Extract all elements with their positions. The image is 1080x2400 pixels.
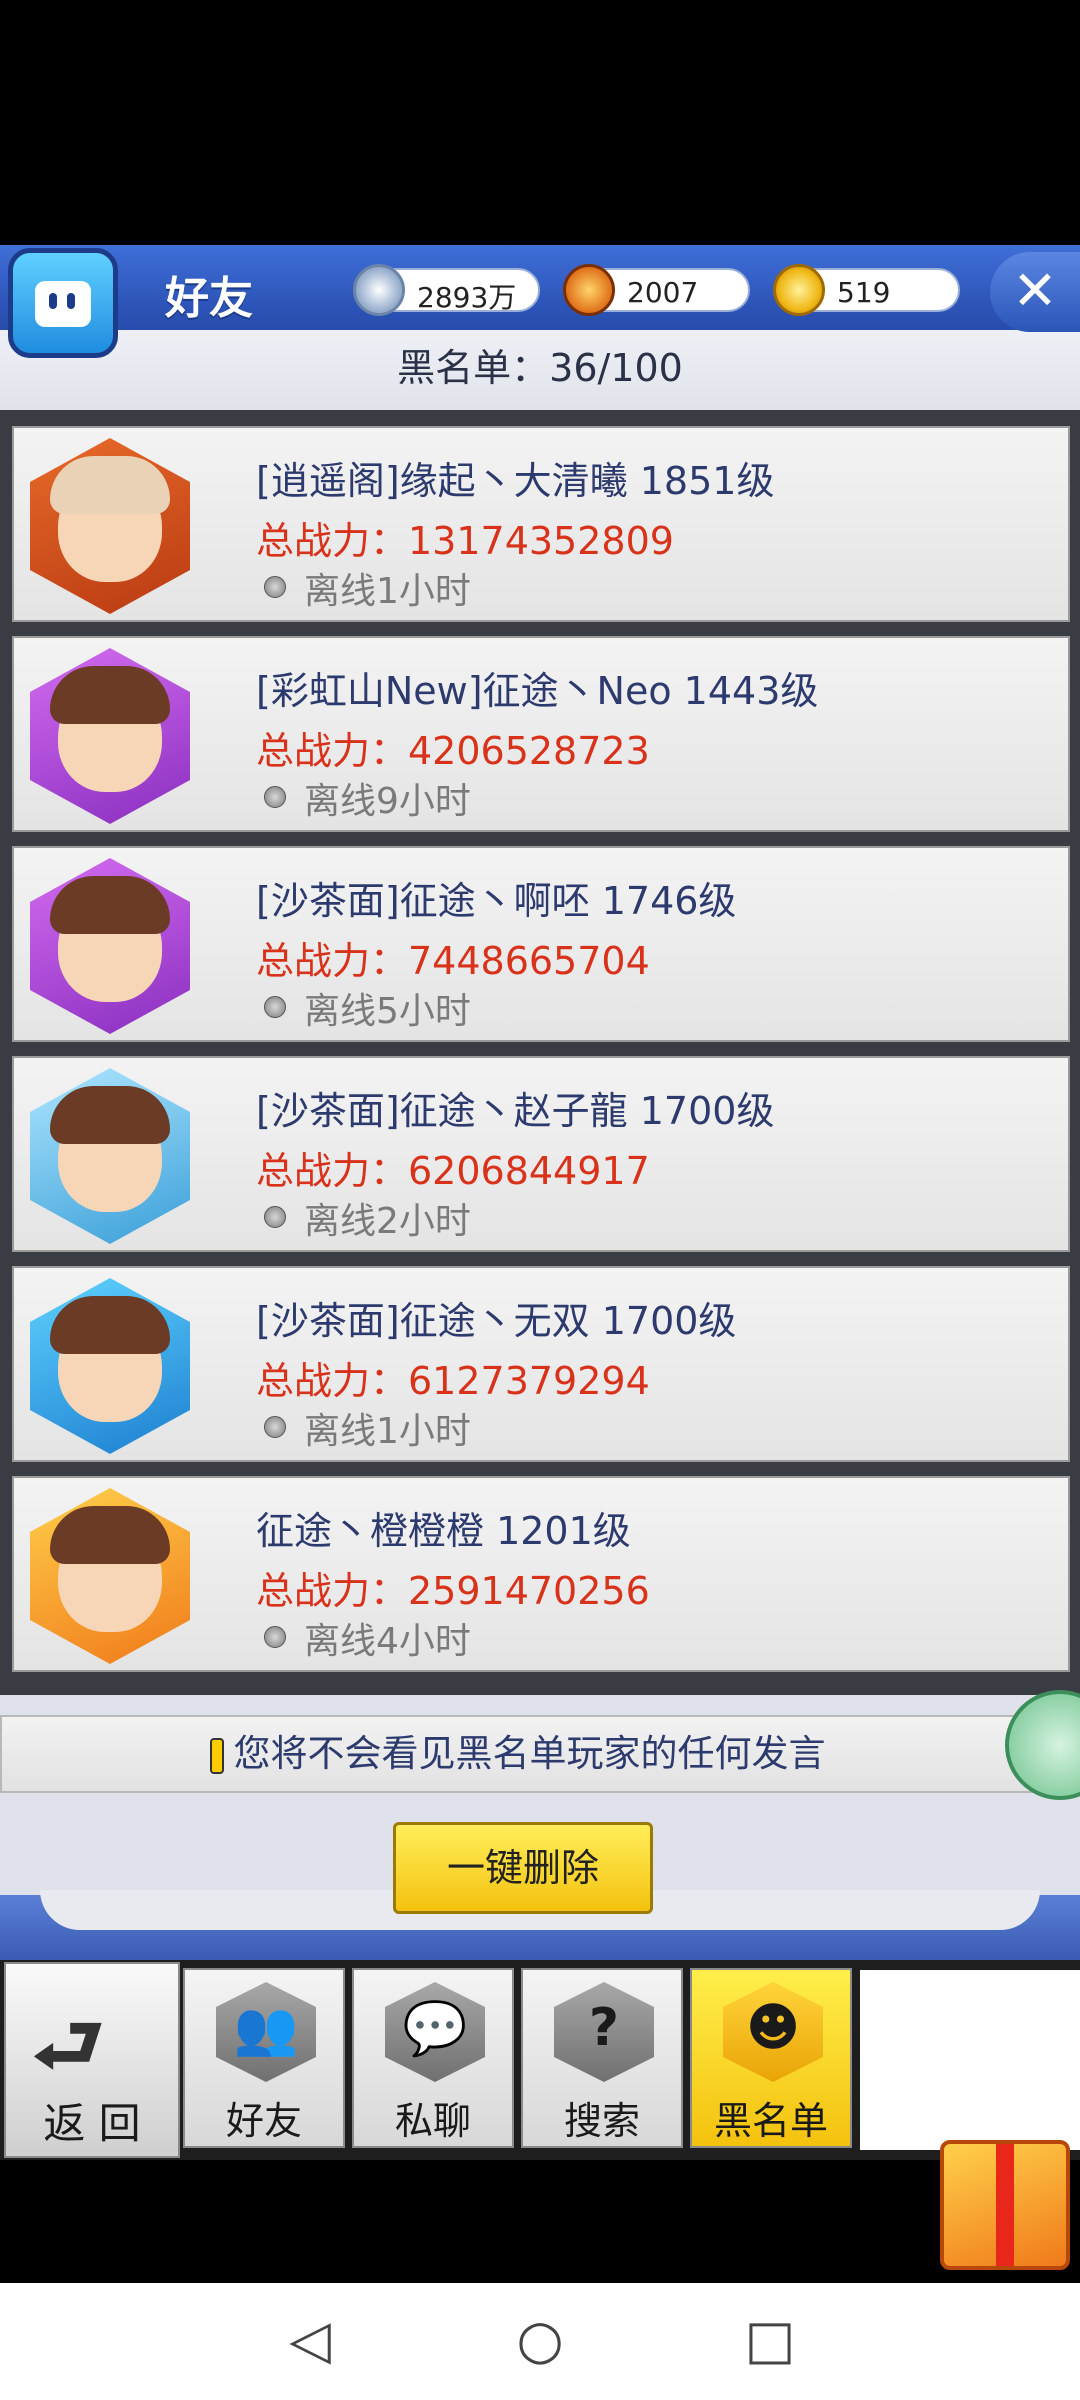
player-name: 征途丶橙橙橙 1201级 xyxy=(256,1509,631,1553)
close-button[interactable]: ✕ xyxy=(990,252,1080,332)
gift-box-icon[interactable] xyxy=(940,2140,1070,2270)
back-label: 返 回 xyxy=(43,2099,141,2148)
list-item[interactable]: [沙茶面]征途丶赵子龍 1700级 总战力：6206844917 离线2小时 xyxy=(12,1056,1070,1252)
tab-label: 搜索 xyxy=(563,2099,640,2143)
player-avatar[interactable] xyxy=(30,1278,190,1454)
bronze-medal-icon xyxy=(563,264,615,316)
offline-status-icon xyxy=(264,1626,286,1648)
player-power: 总战力：13174352809 xyxy=(256,519,674,563)
player-status: 离线2小时 xyxy=(304,1201,471,1242)
list-item[interactable]: [沙茶面]征途丶啊呸 1746级 总战力：7448665704 离线5小时 xyxy=(12,846,1070,1042)
player-avatar[interactable] xyxy=(30,858,190,1034)
back-button[interactable]: ⮐ 返 回 xyxy=(4,1962,180,2158)
tab-label: 好友 xyxy=(225,2099,302,2143)
friends-icon: 👥 xyxy=(233,1999,299,2059)
player-power: 总战力：7448665704 xyxy=(256,939,650,983)
close-icon: ✕ xyxy=(1012,259,1058,322)
tab-chat[interactable]: 💬 私聊 xyxy=(352,1968,514,2148)
blacklist-list[interactable]: [逍遥阁]缘起丶大清曦 1851级 总战力：13174352809 离线1小时 … xyxy=(0,410,1080,1695)
player-name: [彩虹山New]征途丶Neo 1443级 xyxy=(256,669,819,713)
tab-search[interactable]: ? 搜索 xyxy=(521,1968,683,2148)
player-status: 离线1小时 xyxy=(304,1411,471,1452)
player-avatar[interactable] xyxy=(30,438,190,614)
offline-status-icon xyxy=(264,1416,286,1438)
currency-gold: 519 xyxy=(773,264,960,316)
delete-all-button[interactable]: 一键删除 xyxy=(393,1822,653,1914)
tabbar-filler xyxy=(860,1970,1080,2150)
currency-value: 519 xyxy=(837,276,891,309)
tab-blacklist[interactable]: ☻ 黑名单 xyxy=(690,1968,852,2148)
player-avatar[interactable] xyxy=(30,648,190,824)
player-power: 总战力：4206528723 xyxy=(256,729,650,773)
list-item[interactable]: 征途丶橙橙橙 1201级 总战力：2591470256 离线4小时 xyxy=(12,1476,1070,1672)
nav-home-icon[interactable]: ○ xyxy=(500,2295,580,2385)
player-status: 离线4小时 xyxy=(304,1621,471,1662)
list-item[interactable]: [沙茶面]征途丶无双 1700级 总战力：6127379294 离线1小时 xyxy=(12,1266,1070,1462)
chat-icon: 💬 xyxy=(402,1999,468,2059)
player-power: 总战力：2591470256 xyxy=(256,1569,650,1613)
player-name: [逍遥阁]缘起丶大清曦 1851级 xyxy=(256,459,775,503)
player-status: 离线5小时 xyxy=(304,991,471,1032)
player-name: [沙茶面]征途丶啊呸 1746级 xyxy=(256,879,737,923)
nav-recents-icon[interactable]: □ xyxy=(730,2295,810,2385)
blacklist-count: 黑名单：36/100 xyxy=(397,346,683,390)
tab-label: 私聊 xyxy=(394,2099,471,2143)
panel-title: 好友 xyxy=(165,273,253,324)
blacklist-notice: 您将不会看见黑名单玩家的任何发言 xyxy=(0,1715,1035,1793)
currency-silver: 2893万 xyxy=(353,264,540,316)
offline-status-icon xyxy=(264,996,286,1018)
silver-coin-icon xyxy=(353,264,405,316)
currency-medal: 2007 xyxy=(563,264,750,316)
warning-icon xyxy=(209,1737,224,1774)
player-avatar[interactable] xyxy=(30,1068,190,1244)
search-icon: ? xyxy=(588,1998,620,2058)
currency-value: 2007 xyxy=(627,276,699,309)
currency-value: 2893万 xyxy=(417,281,517,314)
player-name: [沙茶面]征途丶赵子龍 1700级 xyxy=(256,1089,775,1133)
offline-status-icon xyxy=(264,786,286,808)
devil-icon: ☻ xyxy=(745,1998,801,2058)
player-power: 总战力：6206844917 xyxy=(256,1149,650,1193)
tab-friends[interactable]: 👥 好友 xyxy=(183,1968,345,2148)
player-status: 离线1小时 xyxy=(304,571,471,612)
nav-back-icon[interactable]: ◁ xyxy=(270,2295,350,2385)
gold-coin-icon xyxy=(773,264,825,316)
player-status: 离线9小时 xyxy=(304,781,471,822)
list-item[interactable]: [彩虹山New]征途丶Neo 1443级 总战力：4206528723 离线9小… xyxy=(12,636,1070,832)
offline-status-icon xyxy=(264,576,286,598)
tab-label: 黑名单 xyxy=(713,2099,828,2143)
notice-text: 您将不会看见黑名单玩家的任何发言 xyxy=(233,1732,826,1775)
player-name: [沙茶面]征途丶无双 1700级 xyxy=(256,1299,737,1343)
player-avatar[interactable] xyxy=(30,1488,190,1664)
offline-status-icon xyxy=(264,1206,286,1228)
status-bar-area xyxy=(0,0,1080,245)
player-power: 总战力：6127379294 xyxy=(256,1359,650,1403)
list-item[interactable]: [逍遥阁]缘起丶大清曦 1851级 总战力：13174352809 离线1小时 xyxy=(12,426,1070,622)
